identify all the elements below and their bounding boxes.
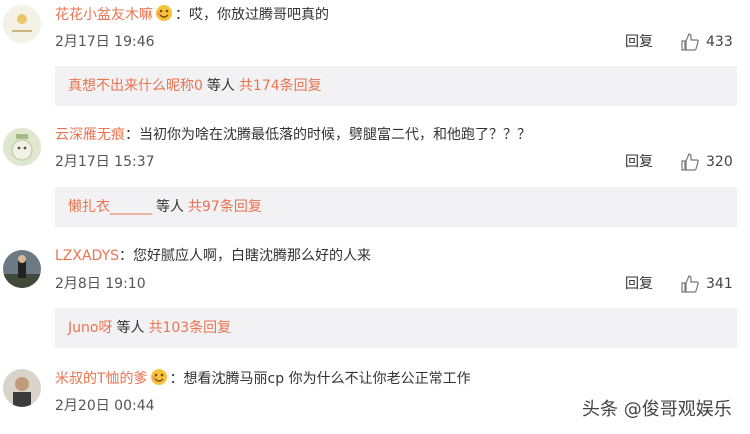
comment-time: 2月8日 19:10 [55,276,146,292]
sub-reply-box[interactable]: 真想不出来什么昵称0 等人 共174条回复 [55,66,737,106]
sub-reply-box[interactable]: 懒扎衣______ 等人 共97条回复 [55,187,737,227]
like-count: 433 [706,34,733,50]
sub-reply-user[interactable]: 真想不出来什么昵称0 [68,78,203,94]
comment-text: ：想看沈腾马丽cp 你为什么不让你老公正常工作 [169,371,471,387]
thumbs-up-icon [681,153,699,171]
username-link[interactable]: 花花小盆友木嘛 [55,7,153,23]
comment-text: ：哎，你放过腾哥吧真的 [175,7,329,23]
comment-text: ：当初你为啥在沈腾最低落的时候，劈腿富二代，和他跑了？？？ [125,127,531,143]
thumbs-up-icon [681,33,699,51]
reply-button[interactable]: 回复 [625,32,653,52]
username-link[interactable]: 云深雁无痕 [55,127,125,143]
comment-text: ：您好腻应人啊，白瞎沈腾那么好的人来 [119,248,372,264]
avatar[interactable] [3,369,41,407]
sub-reply-box[interactable]: Juno呀 等人 共103条回复 [55,308,737,348]
comment-time: 2月17日 15:37 [55,154,155,170]
sub-reply-user[interactable]: Juno呀 [68,320,112,336]
sub-reply-user[interactable]: 懒扎衣______ [68,199,152,215]
thumbs-up-icon [681,275,699,293]
watermark: 头条 @俊哥观娱乐 [582,399,732,420]
username-link[interactable]: 米叔的T恤的爹 [55,371,148,387]
sub-reply-text: 等人 [206,78,235,94]
comment-text-line: 花花小盆友木嘛 ：哎，你放过腾哥吧真的 [55,4,329,25]
emoji-face-icon [155,4,173,22]
reply-button[interactable]: 回复 [625,274,653,294]
like-button[interactable]: 320 [680,152,733,172]
comment-text-line: 米叔的T恤的爹 ：想看沈腾马丽cp 你为什么不让你老公正常工作 [55,368,471,389]
avatar[interactable] [3,5,41,43]
like-button[interactable]: 433 [680,32,733,52]
username-link[interactable]: LZXADYS [55,248,119,264]
like-count: 341 [706,276,733,292]
sub-reply-text: 等人 [156,199,184,215]
avatar[interactable] [3,250,41,288]
sub-reply-text: 等人 [116,320,145,336]
like-button[interactable]: 341 [680,274,733,294]
comment-time: 2月20日 00:44 [55,398,155,414]
sub-reply-count-link[interactable]: 共103条回复 [148,320,231,336]
comment-text-line: LZXADYS：您好腻应人啊，白瞎沈腾那么好的人来 [55,246,371,266]
reply-button[interactable]: 回复 [625,152,653,172]
sub-reply-count-link[interactable]: 共174条回复 [239,78,322,94]
comment-time: 2月17日 19:46 [55,34,155,50]
avatar[interactable] [3,128,41,166]
sub-reply-count-link[interactable]: 共97条回复 [188,199,262,215]
emoji-face-icon [150,368,168,386]
like-count: 320 [706,154,733,170]
comment-text-line: 云深雁无痕：当初你为啥在沈腾最低落的时候，劈腿富二代，和他跑了？？？ [55,125,531,145]
